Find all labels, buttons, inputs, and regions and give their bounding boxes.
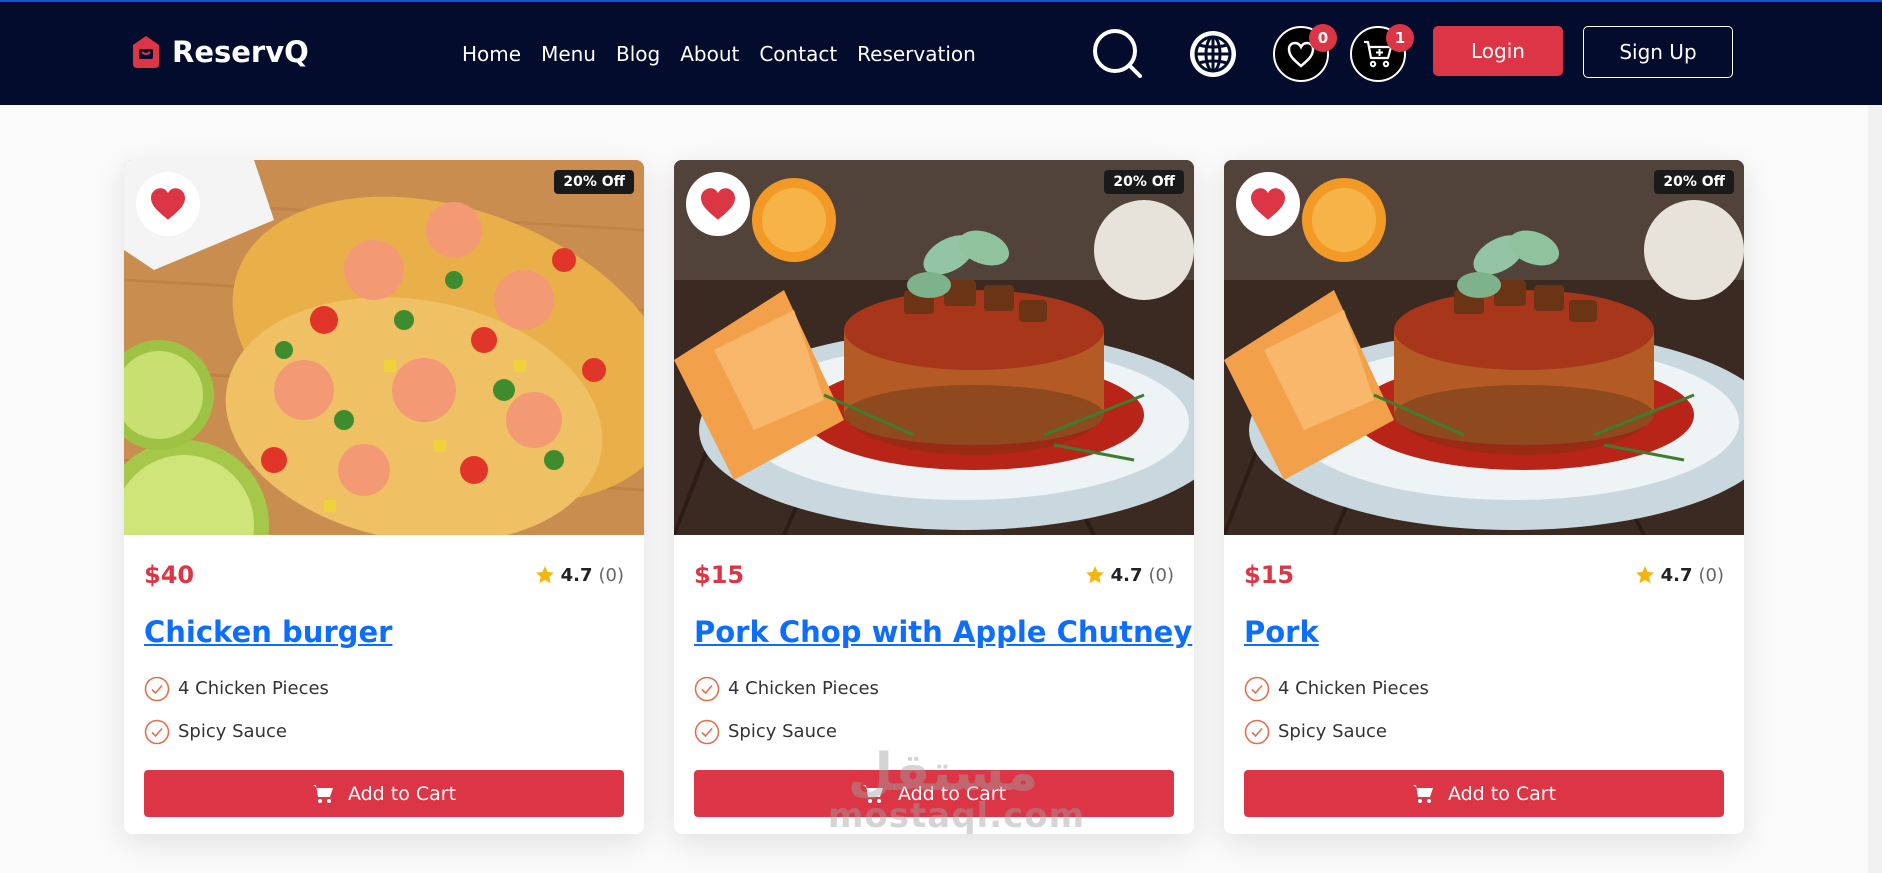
favorite-button[interactable] [136, 172, 200, 236]
feature-item: 4 Chicken Pieces [1244, 667, 1724, 710]
feature-list: 4 Chicken Pieces Spicy Sauce [144, 667, 624, 753]
add-to-cart-button[interactable]: Add to Cart [144, 770, 624, 817]
watermark-arabic: مستقل [847, 743, 1039, 803]
wishlist-button[interactable]: 0 [1273, 24, 1337, 82]
language-button[interactable] [1185, 26, 1241, 82]
price-row: $15 4.7 (0) [694, 557, 1174, 593]
pork-dish-photo [1224, 160, 1744, 535]
cart-count-badge: 1 [1386, 24, 1414, 52]
product-rating: 4.7 (0) [1635, 565, 1724, 586]
feature-text: 4 Chicken Pieces [728, 678, 879, 699]
nav-menu[interactable]: Menu [541, 42, 596, 66]
cart-button[interactable]: 1 [1350, 24, 1414, 82]
signup-button[interactable]: Sign Up [1583, 26, 1733, 78]
rating-value: 4.7 [560, 564, 593, 586]
feature-item: 4 Chicken Pieces [144, 667, 624, 710]
check-circle-icon [694, 719, 720, 744]
main-nav: Home Menu Blog About Contact Reservation [462, 42, 976, 66]
login-button[interactable]: Login [1433, 26, 1563, 76]
navbar: ReservQ Home Menu Blog About Contact Res… [0, 0, 1882, 105]
feature-item: Spicy Sauce [1244, 710, 1724, 753]
feature-item: Spicy Sauce [144, 710, 624, 753]
watermark-latin: mostaql.com [828, 796, 1086, 836]
product-image-pork-dish[interactable]: 20% Off [1224, 160, 1744, 535]
favorite-button[interactable] [1236, 172, 1300, 236]
globe-icon [1190, 31, 1236, 77]
product-grid: 20% Off $40 4.7 (0) Chicken burger 4 Chi… [124, 160, 1744, 834]
watermark: مستقل mostaql.com [828, 743, 1086, 836]
discount-badge: 20% Off [1104, 170, 1184, 194]
feature-text: 4 Chicken Pieces [178, 678, 329, 699]
check-circle-icon [144, 676, 170, 701]
star-icon [1085, 566, 1104, 584]
search-button[interactable] [1090, 26, 1146, 82]
wishlist-count-badge: 0 [1309, 24, 1337, 52]
price-row: $15 4.7 (0) [1244, 557, 1724, 593]
product-price: $15 [694, 561, 745, 589]
star-icon [1635, 566, 1654, 584]
favorite-button[interactable] [686, 172, 750, 236]
product-title-link[interactable]: Pork [1244, 615, 1724, 649]
product-title-link[interactable]: Chicken burger [144, 615, 624, 649]
heart-icon [1251, 188, 1285, 220]
shrimp-taco-photo [124, 160, 644, 535]
product-card: 20% Off $40 4.7 (0) Chicken burger 4 Chi… [124, 160, 644, 834]
rating-count: (0) [1698, 564, 1725, 586]
brand-name: ReservQ [172, 35, 309, 69]
heart-icon [701, 188, 735, 220]
nav-home[interactable]: Home [462, 42, 521, 66]
cart-icon [312, 784, 333, 803]
feature-text: Spicy Sauce [1278, 721, 1387, 742]
rating-value: 4.7 [1110, 564, 1143, 586]
product-price: $40 [144, 561, 195, 589]
nav-blog[interactable]: Blog [616, 42, 660, 66]
check-circle-icon [1244, 719, 1270, 744]
brand-bag-icon [133, 36, 159, 68]
product-title-link[interactable]: Pork Chop with Apple Chutney [694, 615, 1192, 649]
heart-icon [151, 188, 185, 220]
feature-list: 4 Chicken Pieces Spicy Sauce [694, 667, 1174, 753]
product-info: $40 4.7 (0) Chicken burger 4 Chicken Pie… [124, 535, 644, 817]
nav-reservation[interactable]: Reservation [857, 42, 976, 66]
search-icon [1093, 29, 1142, 78]
feature-text: 4 Chicken Pieces [1278, 678, 1429, 699]
feature-item: 4 Chicken Pieces [694, 667, 1174, 710]
check-circle-icon [694, 676, 720, 701]
star-icon [535, 566, 554, 584]
feature-text: Spicy Sauce [178, 721, 287, 742]
rating-count: (0) [598, 564, 625, 586]
product-info: $15 4.7 (0) Pork 4 Chicken Pieces Spicy … [1224, 535, 1744, 817]
product-card: 20% Off $15 4.7 (0) Pork Chop with Apple… [674, 160, 1194, 834]
feature-text: Spicy Sauce [728, 721, 837, 742]
add-to-cart-label: Add to Cart [347, 782, 457, 805]
feature-list: 4 Chicken Pieces Spicy Sauce [1244, 667, 1724, 753]
check-circle-icon [1244, 676, 1270, 701]
rating-count: (0) [1148, 564, 1175, 586]
check-circle-icon [144, 719, 170, 744]
add-to-cart-label: Add to Cart [1447, 782, 1557, 805]
nav-about[interactable]: About [680, 42, 739, 66]
cart-icon [1412, 784, 1433, 803]
product-price: $15 [1244, 561, 1295, 589]
product-rating: 4.7 (0) [1085, 565, 1174, 586]
product-image-pork-dish[interactable]: 20% Off [674, 160, 1194, 535]
discount-badge: 20% Off [554, 170, 634, 194]
brand-logo[interactable]: ReservQ [128, 34, 309, 70]
scrollbar-track[interactable] [1868, 105, 1882, 873]
add-to-cart-button[interactable]: Add to Cart [1244, 770, 1724, 817]
price-row: $40 4.7 (0) [144, 557, 624, 593]
product-image-shrimp-taco[interactable]: 20% Off [124, 160, 644, 535]
nav-contact[interactable]: Contact [759, 42, 837, 66]
pork-dish-photo [674, 160, 1194, 535]
rating-value: 4.7 [1660, 564, 1693, 586]
product-rating: 4.7 (0) [535, 565, 624, 586]
discount-badge: 20% Off [1654, 170, 1734, 194]
product-card: 20% Off $15 4.7 (0) Pork 4 Chicken Piece… [1224, 160, 1744, 834]
